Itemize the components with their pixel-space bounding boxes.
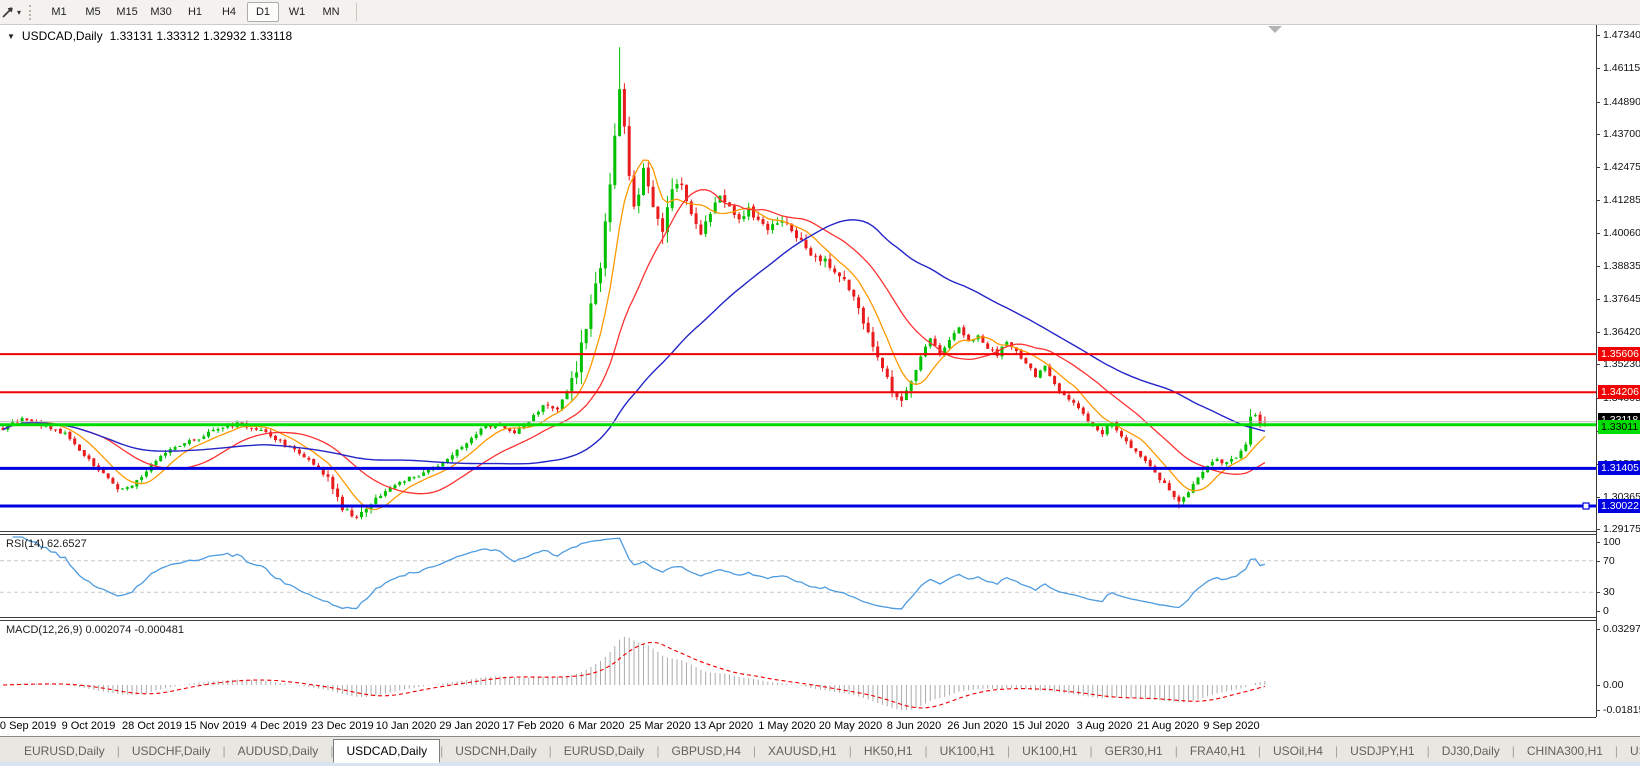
chart-symbol-label: USDCAD,Daily <box>21 29 103 43</box>
timeframe-button-M15[interactable]: M15 <box>111 2 143 22</box>
chart-tab-CHINA300-H1[interactable]: CHINA300,H1 <box>1515 741 1615 762</box>
price-axis-label: 1.37645 <box>1603 292 1640 305</box>
chart-ohlc-values: 1.33131 1.33312 1.32932 1.33118 <box>109 29 293 43</box>
price-axis-label: 1.40060 <box>1603 226 1640 239</box>
macd-panel[interactable] <box>0 620 1596 718</box>
axis-tick-mark <box>1597 199 1600 201</box>
axis-tick-mark <box>1597 542 1600 543</box>
price-axis-label: 1.29175 <box>1603 523 1640 536</box>
macd-axis-label: 0.00 <box>1603 679 1624 691</box>
chart-tab-USDCAD-Daily[interactable]: USDCAD,Daily <box>333 739 441 763</box>
price-level-badge: 1.31405 <box>1598 461 1640 476</box>
price-axis-label: 1.36420 <box>1603 325 1640 338</box>
axis-tick-mark <box>1597 331 1600 333</box>
timeframe-button-M30[interactable]: M30 <box>145 2 177 22</box>
rsi-label: RSI(14) 62.6527 <box>6 538 87 550</box>
dropdown-caret-icon: ▾ <box>17 7 22 17</box>
timeframe-button-D1[interactable]: D1 <box>247 2 280 22</box>
price-axis[interactable]: 1.47340 1.46115 1.44890 1.43700 1.42475 1.412… <box>1596 25 1640 717</box>
axis-tick-mark <box>1597 266 1600 268</box>
ma-slow-line <box>2 219 1266 465</box>
axis-tick-mark <box>1597 68 1600 70</box>
axis-tick-mark <box>1597 35 1600 36</box>
macd-label: MACD(12,26,9) 0.002074 -0.000481 <box>6 624 184 636</box>
price-axis-label: 1.47340 <box>1603 29 1640 41</box>
axis-tick-mark <box>1597 364 1600 366</box>
chart-tab-USDCHF-Daily[interactable]: USDCHF,Daily <box>120 741 223 762</box>
axis-tick-mark <box>1597 101 1600 103</box>
timeframe-button-W1[interactable]: W1 <box>281 2 313 22</box>
chart-tab-USDCNH-Daily[interactable]: USDCNH,Daily <box>443 741 548 762</box>
price-axis-label: 1.41285 <box>1603 193 1640 206</box>
toolbar-separator <box>356 3 358 21</box>
chart-tab-USOil-H4[interactable]: USOil,H4 <box>1261 741 1335 762</box>
timeframes-toolbar: ▾ M1 M5 M15 M30 H1 H4 D1 W1 MN <box>0 0 1640 25</box>
chart-tab-EURUSD-Daily[interactable]: EURUSD,Daily <box>552 741 657 762</box>
price-level-badge: 1.30022 <box>1598 498 1640 513</box>
timeframe-button-M5[interactable]: M5 <box>77 2 109 22</box>
crosshair-cursor-icon <box>2 7 13 18</box>
level-line-handle <box>1582 502 1590 510</box>
price-axis-label: 1.44890 <box>1603 95 1640 108</box>
price-level-badge: 1.35606 <box>1598 347 1640 362</box>
price-axis-label: 1.42475 <box>1603 161 1640 174</box>
price-axis-label: 1.46115 <box>1603 62 1640 75</box>
axis-tick-mark <box>1597 611 1600 612</box>
price-level-badge: 1.33011 <box>1598 419 1640 434</box>
chart-tab-EURUSD-Daily[interactable]: EURUSD,Daily <box>12 741 117 762</box>
chart-tab-FRA40-H1[interactable]: FRA40,H1 <box>1178 741 1258 762</box>
price-level-badge: 1.34206 <box>1598 385 1640 400</box>
rsi-axis-label: 70 <box>1603 554 1615 567</box>
chart-tab-USOil-H1[interactable]: USOil,H1 <box>1618 741 1640 762</box>
macd-histogram <box>7 636 1266 711</box>
cursor-tool-button[interactable]: ▾ <box>0 2 24 22</box>
rsi-axis-label: 0 <box>1603 605 1609 617</box>
price-axis-label: 1.38835 <box>1603 260 1640 273</box>
axis-tick-mark <box>1597 529 1600 531</box>
rsi-line <box>12 536 1266 610</box>
date-label: 9 Sep 2020 <box>1203 720 1260 732</box>
axis-tick-mark <box>1597 592 1600 594</box>
toolbar-grip[interactable] <box>29 4 35 20</box>
axis-tick-mark <box>1597 232 1600 234</box>
chart-dropdown-icon[interactable]: ▼ <box>7 32 15 41</box>
chart-tab-GER30-H1[interactable]: GER30,H1 <box>1093 741 1175 762</box>
date-axis[interactable]: 20 Sep 2019 9 Oct 2019 28 Oct 2019 15 Nov 2… <box>0 718 1596 734</box>
axis-tick-mark <box>1597 685 1600 686</box>
axis-tick-mark <box>1597 628 1600 630</box>
axis-tick-mark <box>1597 133 1600 135</box>
chart-tab-UK100-H1[interactable]: UK100,H1 <box>928 741 1007 762</box>
chart-tab-XAUUSD-H1[interactable]: XAUUSD,H1 <box>756 741 849 762</box>
chart-shift-marker-icon <box>1268 26 1282 33</box>
chart-tab-GBPUSD-H4[interactable]: GBPUSD,H4 <box>660 741 753 762</box>
mt4-window: ▾ M1 M5 M15 M30 H1 H4 D1 W1 MN ▼ USDCAD,Daily 1.… <box>0 0 1640 766</box>
chart-tab-DJ30-Daily[interactable]: DJ30,Daily <box>1430 741 1512 762</box>
timeframe-button-M1[interactable]: M1 <box>43 2 75 22</box>
chart-tab-UK100-H1[interactable]: UK100,H1 <box>1010 741 1089 762</box>
rsi-axis-label: 30 <box>1603 586 1615 599</box>
main-price-panel[interactable] <box>0 25 1596 532</box>
macd-axis-label: 0.032972 <box>1603 622 1640 635</box>
price-axis-label: 1.43700 <box>1603 127 1640 140</box>
chart-title: ▼ USDCAD,Daily 1.33131 1.33312 1.32932 1… <box>7 29 292 43</box>
ma-fast-line <box>2 159 1266 511</box>
timeframe-button-H4[interactable]: H4 <box>213 2 245 22</box>
axis-tick-mark <box>1597 167 1600 169</box>
timeframe-button-H1[interactable]: H1 <box>179 2 211 22</box>
chart-tabs-bar: EURUSD,Daily | USDCHF,Daily | AUDUSD,Daily | U… <box>0 736 1640 763</box>
rsi-axis-label: 100 <box>1603 536 1621 548</box>
window-bottom-strip <box>0 762 1640 766</box>
chart-tab-AUDUSD-Daily[interactable]: AUDUSD,Daily <box>226 741 331 762</box>
timeframe-buttons: M1 M5 M15 M30 H1 H4 D1 W1 MN <box>42 2 348 22</box>
axis-tick-mark <box>1597 560 1600 562</box>
axis-tick-mark <box>1597 298 1600 300</box>
timeframe-button-MN[interactable]: MN <box>315 2 347 22</box>
chart-tab-USDJPY-H1[interactable]: USDJPY,H1 <box>1338 741 1426 762</box>
axis-tick-mark <box>1597 496 1600 498</box>
chart-tab-HK50-H1[interactable]: HK50,H1 <box>852 741 925 762</box>
axis-tick-mark <box>1597 710 1600 711</box>
macd-axis-label: -0.018154 <box>1603 704 1640 716</box>
rsi-panel[interactable] <box>0 534 1596 618</box>
